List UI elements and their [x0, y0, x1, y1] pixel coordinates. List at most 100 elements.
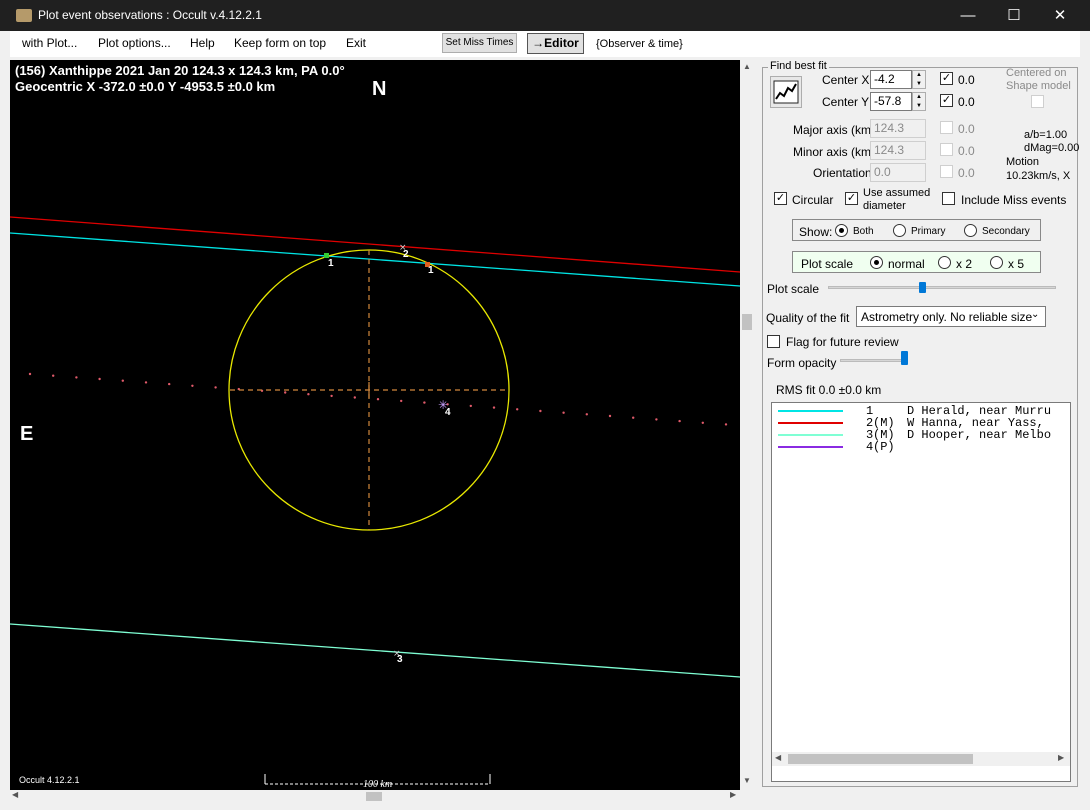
- orientation-input[interactable]: 0.0: [870, 163, 926, 182]
- path-dot: [284, 391, 287, 394]
- path-dot: [400, 399, 403, 403]
- menu-exit[interactable]: Exit: [346, 36, 366, 50]
- path-dot: [168, 382, 171, 386]
- maximize-button[interactable]: ☐: [991, 0, 1037, 31]
- orientation-fix-checkbox[interactable]: [940, 165, 953, 178]
- scroll-right-arrow-icon[interactable]: ▶: [730, 790, 736, 799]
- path-dot: [144, 381, 148, 384]
- flag-review-checkbox[interactable]: [767, 335, 780, 348]
- minimize-button[interactable]: —: [945, 0, 991, 31]
- path-dot: [52, 374, 55, 377]
- close-button[interactable]: ✕: [1037, 0, 1083, 31]
- plot-scale-slider-thumb[interactable]: [919, 282, 926, 293]
- path-dot: [214, 386, 217, 389]
- plot-scale-group-label: Plot scale: [801, 257, 854, 271]
- path-dot: [98, 377, 101, 381]
- menu-bar: with Plot... Plot options... Help Keep f…: [10, 31, 1080, 57]
- scale-x5-label: x 5: [1008, 257, 1025, 271]
- path-dot: [469, 404, 472, 408]
- minor-axis-fix-checkbox[interactable]: [940, 143, 953, 156]
- center-x-fix-checkbox[interactable]: ✓: [940, 72, 953, 85]
- scroll-left-arrow-icon[interactable]: ◀: [12, 790, 18, 799]
- chord-label-1a: 1: [328, 258, 334, 269]
- show-primary-radio[interactable]: [893, 224, 906, 237]
- center-y-fix-checkbox[interactable]: ✓: [940, 94, 953, 107]
- best-fit-button[interactable]: [770, 76, 802, 108]
- plot-canvas[interactable]: × × ✳ 1 2 1 3 4 (156) Xanthippe 2021 Jan…: [10, 60, 740, 790]
- scale-normal-radio[interactable]: [870, 256, 883, 269]
- circular-checkbox[interactable]: ✓: [774, 192, 787, 205]
- chord-line-3: [10, 623, 740, 678]
- orientation-label: Orientation: [813, 166, 872, 180]
- title-bar: Plot event observations : Occult v.4.12.…: [0, 0, 1090, 31]
- chord-line-2: [10, 216, 740, 273]
- include-miss-label: Include Miss events: [961, 193, 1067, 207]
- center-x-label: Center X: [822, 73, 870, 87]
- show-secondary-label: Secondary: [982, 226, 1030, 237]
- quality-select[interactable]: Astrometry only. No reliable size ⌄: [856, 306, 1046, 327]
- path-dot: [353, 396, 356, 399]
- legend-line-1: [778, 410, 843, 412]
- path-dot: [632, 416, 635, 419]
- path-dot: [724, 423, 728, 426]
- plot-horizontal-scrollbar[interactable]: ◀ ▶: [10, 790, 755, 803]
- legend-line-4: [778, 446, 843, 448]
- centered-on-shape-checkbox[interactable]: [1031, 95, 1044, 108]
- scroll-thumb[interactable]: [742, 314, 752, 330]
- set-miss-times-button[interactable]: Set Miss Times: [442, 33, 517, 53]
- major-axis-check-value: 0.0: [958, 122, 975, 136]
- legend-horizontal-scrollbar[interactable]: ◀ ▶: [772, 752, 1070, 766]
- show-both-label: Both: [853, 226, 874, 237]
- path-dot: [492, 406, 496, 409]
- path-dot: [121, 379, 125, 382]
- menu-with-plot[interactable]: with Plot...: [22, 36, 77, 50]
- plot-scale-slider-track[interactable]: [828, 286, 1056, 289]
- editor-button[interactable]: →Editor: [527, 33, 584, 54]
- form-opacity-slider-thumb[interactable]: [901, 351, 908, 365]
- fit-panel: Find best fit Center X -4.2 ▲ ▼ ✓ 0.0 Cen…: [762, 60, 1080, 790]
- orientation-check-value: 0.0: [958, 166, 975, 180]
- plot-header-line1: (156) Xanthippe 2021 Jan 20 124.3 x 124.…: [15, 63, 345, 78]
- scale-x2-label: x 2: [956, 257, 973, 271]
- scale-x2-radio[interactable]: [938, 256, 951, 269]
- legend-scroll-left-icon[interactable]: ◀: [775, 753, 781, 762]
- rms-fit-label: RMS fit 0.0 ±0.0 km: [776, 383, 882, 397]
- use-assumed-checkbox[interactable]: ✓: [845, 192, 858, 205]
- minor-axis-input[interactable]: 124.3: [870, 141, 926, 160]
- observer-time-label: {Observer & time}: [596, 38, 683, 50]
- scale-x5-radio[interactable]: [990, 256, 1003, 269]
- path-dot: [28, 372, 32, 376]
- major-axis-input[interactable]: 124.3: [870, 119, 926, 138]
- menu-plot-options[interactable]: Plot options...: [98, 36, 171, 50]
- center-y-label: Center Y: [822, 95, 870, 109]
- fit-chart-icon: [773, 80, 799, 104]
- legend-scroll-thumb[interactable]: [788, 754, 973, 764]
- plot-scale-slider-label: Plot scale: [767, 282, 820, 296]
- quality-select-value: Astrometry only. No reliable size: [861, 310, 1033, 324]
- use-assumed-label-1: Use assumed: [863, 187, 931, 199]
- menu-help[interactable]: Help: [190, 36, 215, 50]
- plot-vertical-scrollbar[interactable]: ▲ ▼: [740, 60, 755, 790]
- occult-app-icon: [16, 9, 32, 22]
- scroll-up-arrow-icon[interactable]: ▲: [743, 62, 751, 71]
- path-dot: [562, 411, 565, 414]
- chevron-down-icon: ⌄: [1031, 309, 1040, 320]
- center-x-input[interactable]: -4.2: [870, 70, 912, 89]
- include-miss-checkbox[interactable]: [942, 192, 955, 205]
- legend-scroll-right-icon[interactable]: ▶: [1058, 753, 1064, 762]
- path-dot: [608, 414, 612, 418]
- center-y-input[interactable]: -57.8: [870, 92, 912, 111]
- show-secondary-radio[interactable]: [964, 224, 977, 237]
- show-both-radio[interactable]: [835, 224, 848, 237]
- center-y-spinner[interactable]: ▲ ▼: [912, 92, 926, 111]
- menu-keep-on-top[interactable]: Keep form on top: [234, 36, 326, 50]
- plot-footer-version: Occult 4.12.2.1: [19, 775, 80, 785]
- scroll-down-arrow-icon[interactable]: ▼: [743, 776, 751, 785]
- form-opacity-slider-track[interactable]: [840, 359, 908, 362]
- center-x-spinner[interactable]: ▲ ▼: [912, 70, 926, 89]
- major-axis-fix-checkbox[interactable]: [940, 121, 953, 134]
- path-dot: [655, 418, 658, 421]
- quality-label: Quality of the fit: [766, 311, 850, 325]
- hscroll-thumb[interactable]: [366, 792, 382, 801]
- observer-legend-list[interactable]: 1 D Herald, near Murru 2 (M) W Hanna, ne…: [771, 402, 1071, 782]
